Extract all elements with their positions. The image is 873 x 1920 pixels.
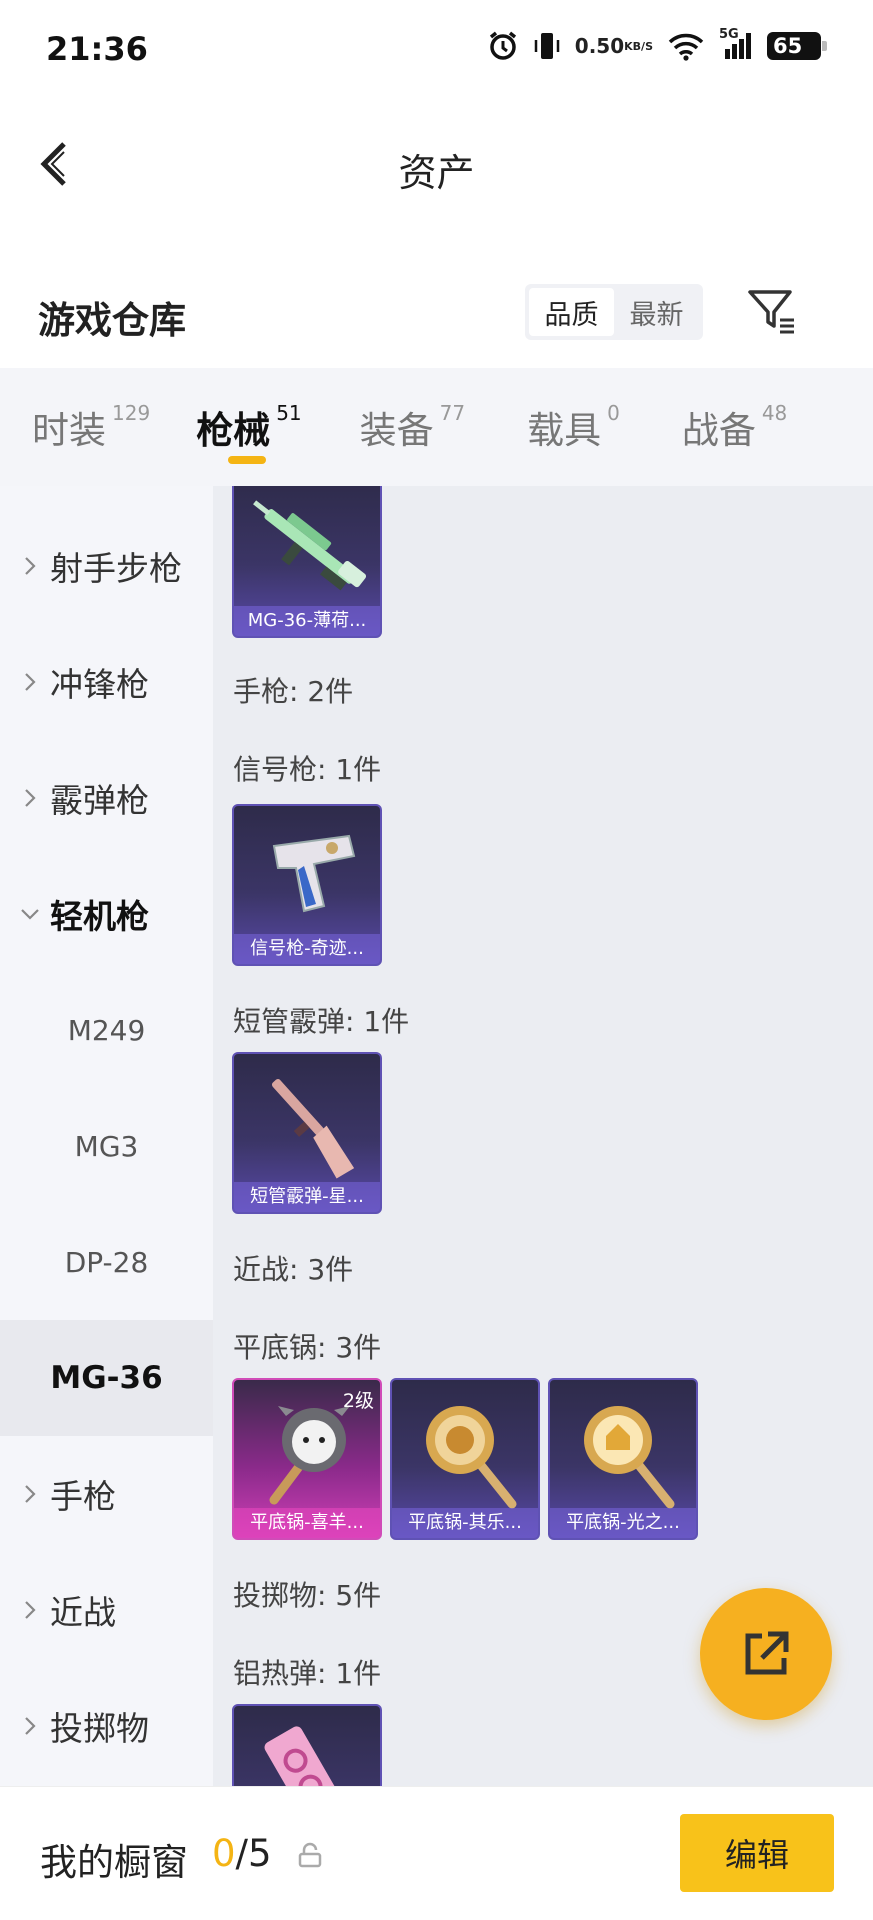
- item-card-pan-2[interactable]: 平底锅-其乐...: [390, 1378, 540, 1540]
- sidebar: 射手步枪 冲锋枪 霰弹枪 轻机枪 M249 MG3 DP-28 MG-36 手枪…: [0, 486, 213, 1786]
- battery-icon: 65: [767, 32, 827, 60]
- item-card-thermite[interactable]: [232, 1704, 382, 1786]
- item-card-mg36[interactable]: MG-36-薄荷...: [232, 486, 382, 638]
- tab-vehicles[interactable]: 载具 0: [527, 368, 620, 486]
- filter-icon: [748, 290, 794, 334]
- group-label: 近战: 3件: [233, 1253, 354, 1286]
- share-button[interactable]: [700, 1588, 832, 1720]
- status-time: 21:36: [46, 30, 148, 68]
- sidebar-subitem-dp28[interactable]: DP-28: [0, 1204, 213, 1320]
- tab-equipment[interactable]: 装备 77: [360, 368, 465, 486]
- sidebar-subitem-mg3[interactable]: MG3: [0, 1088, 213, 1204]
- tab-guns[interactable]: 枪械 51: [196, 368, 302, 486]
- sidebar-item-shotgun[interactable]: 霰弹枪: [0, 740, 213, 856]
- chevron-down-icon: [20, 908, 40, 920]
- section-title: 游戏仓库: [38, 299, 186, 342]
- group-label: 铝热弹: 1件: [233, 1657, 382, 1690]
- sidebar-item-marksman-rifle[interactable]: 射手步枪: [0, 508, 213, 624]
- item-card-sawed-off[interactable]: 短管霰弹-星...: [232, 1052, 382, 1214]
- level-badge: 2级: [342, 1390, 374, 1412]
- tab-supplies[interactable]: 战备 48: [682, 368, 787, 486]
- chevron-right-icon: [20, 1716, 40, 1736]
- showcase-label: 我的橱窗: [40, 1841, 188, 1884]
- grenade-icon: [264, 1726, 342, 1786]
- sidebar-subitem-m249[interactable]: M249: [0, 972, 213, 1088]
- category-tabs: 时装 129 枪械 51 装备 77 载具 0 战备 48: [0, 368, 873, 486]
- pan-icon: [584, 1406, 675, 1509]
- edit-button[interactable]: 编辑: [680, 1814, 834, 1892]
- pan-icon: [426, 1406, 517, 1509]
- item-card-pan-1[interactable]: 2级 平底锅-喜羊...: [232, 1378, 382, 1540]
- sidebar-item-melee[interactable]: 近战: [0, 1552, 213, 1668]
- sidebar-item-pistol[interactable]: 手枪: [0, 1436, 213, 1552]
- group-label: 手枪: 2件: [233, 675, 354, 708]
- sidebar-item-lmg[interactable]: 轻机枪: [0, 856, 213, 972]
- shotgun-icon: [271, 1079, 355, 1179]
- cell-signal-icon: 5G: [719, 27, 753, 61]
- page-title: 资产: [398, 151, 475, 195]
- chevron-right-icon: [20, 672, 40, 692]
- wifi-icon: [667, 31, 705, 61]
- vibrate-icon: [533, 30, 561, 62]
- sidebar-item-smg[interactable]: 冲锋枪: [0, 624, 213, 740]
- group-label: 信号枪: 1件: [233, 753, 382, 786]
- group-label: 投掷物: 5件: [233, 1579, 382, 1612]
- group-label: 平底锅: 3件: [233, 1331, 382, 1364]
- status-icons: 0.50 KB/S 5G 65: [487, 27, 827, 62]
- sidebar-item-throwables[interactable]: 投掷物: [0, 1668, 213, 1784]
- sidebar-subitem-mg36[interactable]: MG-36: [0, 1320, 213, 1436]
- share-external-icon: [745, 1631, 789, 1675]
- chevron-right-icon: [20, 1600, 40, 1620]
- tab-active-indicator: [228, 456, 267, 464]
- sort-toggle: 品质 最新: [525, 284, 703, 340]
- filter-button[interactable]: [744, 284, 800, 340]
- net-speed: 0.50 KB/S: [574, 34, 653, 58]
- item-card-flare-gun[interactable]: 信号枪-奇迹...: [232, 804, 382, 966]
- alarm-icon: [487, 30, 519, 62]
- rifle-icon: [253, 500, 367, 591]
- tab-fashion[interactable]: 时装 129: [32, 368, 150, 486]
- sort-quality-button[interactable]: 品质: [529, 288, 614, 336]
- showcase-count: 0/5: [212, 1832, 272, 1875]
- sort-latest-button[interactable]: 最新: [614, 288, 699, 336]
- chevron-right-icon: [20, 788, 40, 808]
- item-card-pan-3[interactable]: 平底锅-光之...: [548, 1378, 698, 1540]
- chevron-right-icon: [20, 1484, 40, 1504]
- group-label: 短管霰弹: 1件: [233, 1005, 410, 1038]
- flare-gun-icon: [272, 834, 356, 913]
- chevron-right-icon: [20, 556, 40, 576]
- lock-icon: [298, 1842, 322, 1868]
